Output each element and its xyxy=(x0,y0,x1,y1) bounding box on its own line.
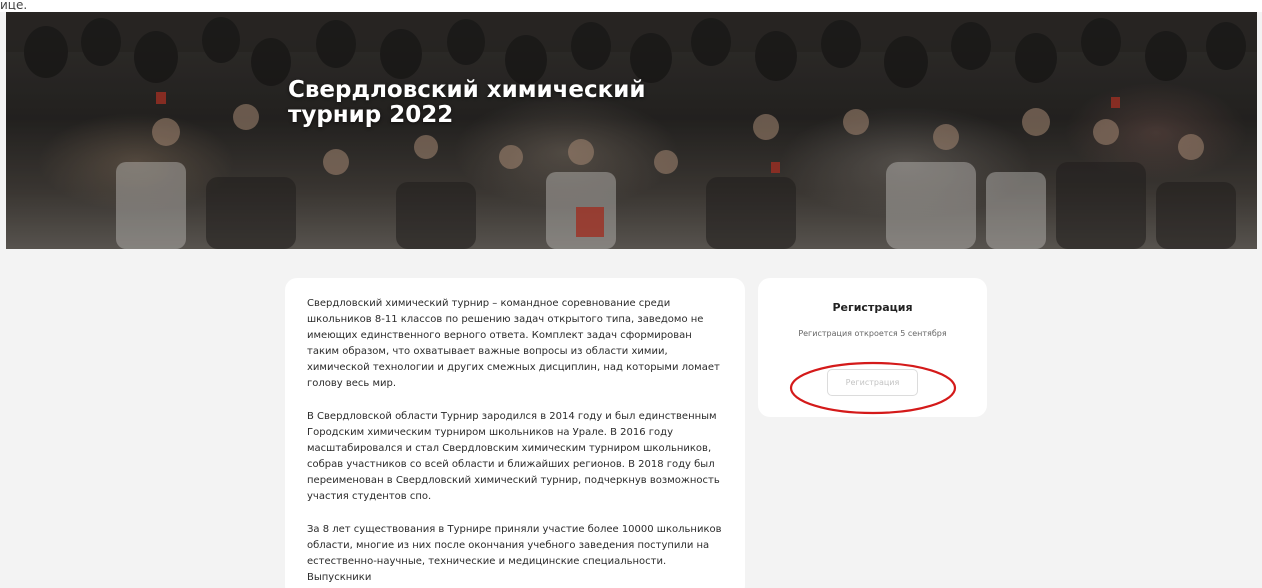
hero-banner: Свердловский химический турнир 2022 xyxy=(6,12,1257,249)
description-paragraph: Свердловский химический турнир – командн… xyxy=(307,298,720,389)
group-photo xyxy=(6,12,1257,249)
description-paragraph: За 8 лет существования в Турнире приняли… xyxy=(307,524,722,583)
registration-note: Регистрация откроется 5 сентября xyxy=(798,329,947,338)
description-card: Свердловский химический турнир – командн… xyxy=(285,278,745,588)
registration-button[interactable]: Регистрация xyxy=(827,369,918,396)
top-strip: ице. xyxy=(0,0,1262,12)
description-paragraph: В Свердловской области Турнир зародился … xyxy=(307,411,720,502)
registration-card: Регистрация Регистрация откроется 5 сент… xyxy=(758,278,987,417)
top-text-fragment: ице. xyxy=(0,0,28,10)
registration-title: Регистрация xyxy=(832,301,913,314)
page-title: Свердловский химический турнир 2022 xyxy=(288,77,646,128)
